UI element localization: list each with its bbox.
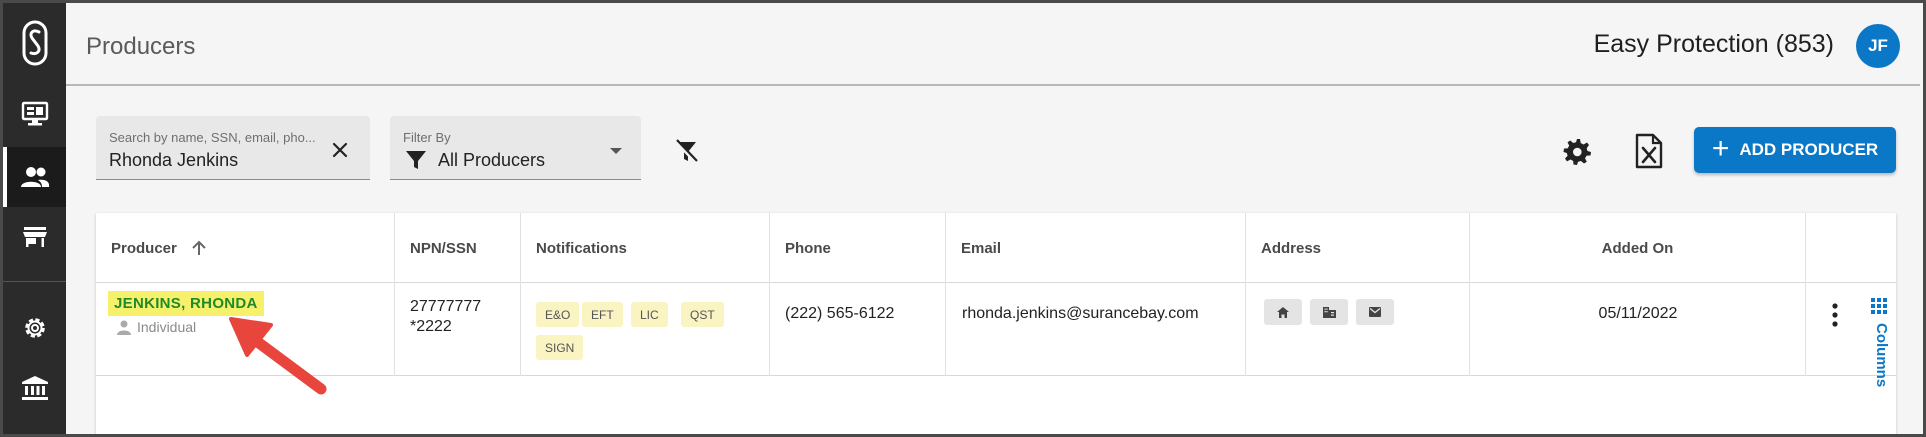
chevron-down-icon — [610, 148, 622, 154]
home-icon — [1277, 306, 1289, 318]
app-window: Producers Easy Protection (853) JF Searc… — [0, 0, 1926, 437]
producers-table: Producer NPN/SSN Notifications Phone Ema… — [96, 213, 1896, 434]
added-on-cell: 05/11/2022 — [1470, 283, 1806, 376]
export-excel-icon[interactable] — [1634, 133, 1664, 169]
column-header-producer[interactable]: Producer — [96, 213, 395, 283]
sidebar-item-settings[interactable] — [3, 298, 66, 358]
notifications-cell: E&O EFT LIC QST SIGN — [521, 283, 770, 376]
column-header-added-on[interactable]: Added On — [1470, 213, 1806, 283]
column-label: NPN/SSN — [410, 239, 477, 257]
notification-badge[interactable]: EFT — [582, 302, 623, 327]
add-producer-button[interactable]: + ADD PRODUCER — [1694, 127, 1896, 173]
column-label: Added On — [1601, 239, 1674, 257]
column-label: Address — [1261, 239, 1322, 257]
app-logo-icon — [22, 20, 47, 66]
column-header-address[interactable]: Address — [1246, 213, 1470, 283]
notification-badge[interactable]: LIC — [631, 302, 668, 327]
home-address-button[interactable] — [1264, 299, 1302, 325]
table-header: Producer NPN/SSN Notifications Phone Ema… — [96, 213, 1896, 283]
search-label: Search by name, SSN, email, pho... — [109, 130, 316, 145]
column-header-notifications[interactable]: Notifications — [521, 213, 770, 283]
bank-icon — [21, 376, 48, 400]
business-icon — [1322, 306, 1336, 318]
columns-tab-label[interactable]: Columns — [1873, 323, 1890, 387]
notification-badge[interactable]: SIGN — [536, 335, 584, 360]
app-logo[interactable] — [3, 13, 66, 73]
npn-ssn-cell: 27777777 *2222 — [395, 283, 521, 376]
more-options-icon[interactable] — [1832, 303, 1838, 327]
notification-badge[interactable]: E&O — [536, 302, 580, 327]
address-cell — [1246, 283, 1470, 376]
clear-search-icon[interactable] — [330, 140, 350, 160]
add-producer-label: ADD PRODUCER — [1739, 140, 1879, 159]
sidebar-item-institutions[interactable] — [3, 358, 66, 418]
plus-icon: + — [1711, 131, 1730, 165]
sidebar-divider — [3, 281, 66, 282]
sidebar-item-agencies[interactable] — [3, 207, 66, 267]
npn-ssn-value: 27777777 *2222 — [410, 297, 481, 337]
filter-value: All Producers — [438, 150, 546, 170]
settings-gear-icon — [24, 318, 45, 338]
mailing-address-button[interactable] — [1356, 299, 1394, 325]
annotation-arrow-icon — [229, 317, 327, 395]
phone-cell: (222) 565-6122 — [770, 283, 946, 376]
column-header-npn-ssn[interactable]: NPN/SSN — [395, 213, 521, 283]
search-input[interactable]: Rhonda Jenkins — [109, 150, 238, 171]
producer-type-label: Individual — [137, 319, 197, 335]
avatar[interactable]: JF — [1856, 24, 1900, 68]
added-on-value: 05/11/2022 — [1598, 305, 1678, 322]
monitor-icon — [21, 101, 48, 126]
email-cell: rhonda.jenkins@surancebay.com — [946, 283, 1246, 376]
table-settings-icon[interactable] — [1562, 136, 1592, 166]
phone-value: (222) 565-6122 — [785, 305, 895, 322]
ssn-value: *2222 — [410, 318, 452, 335]
sidebar-item-producers[interactable] — [3, 147, 66, 207]
filter-label: Filter By — [403, 130, 451, 145]
sidebar — [3, 3, 66, 434]
sidebar-item-dashboard[interactable] — [3, 84, 66, 144]
header-bar: Producers Easy Protection (853) JF — [66, 6, 1920, 86]
mail-icon — [1369, 307, 1381, 317]
column-label: Phone — [785, 239, 831, 257]
columns-grid-icon — [1871, 298, 1887, 314]
table-row[interactable]: JENKINS, RHONDA Individual 27777777 *222… — [96, 283, 1896, 376]
column-label: Producer — [111, 239, 177, 257]
column-header-email[interactable]: Email — [946, 213, 1246, 283]
clear-filters-icon[interactable] — [672, 137, 700, 165]
filter-funnel-icon — [406, 151, 426, 169]
email-value: rhonda.jenkins@surancebay.com — [962, 305, 1199, 322]
company-name[interactable]: Easy Protection (853) — [1594, 30, 1834, 59]
column-header-actions — [1806, 213, 1896, 283]
people-icon — [20, 167, 49, 187]
storefront-icon — [22, 227, 47, 247]
sort-ascending-icon[interactable] — [191, 239, 207, 257]
person-icon — [117, 320, 131, 335]
column-header-phone[interactable]: Phone — [770, 213, 946, 283]
business-address-button[interactable] — [1310, 299, 1348, 325]
producer-type: Individual — [116, 319, 196, 335]
search-field[interactable]: Search by name, SSN, email, pho... Rhond… — [96, 116, 370, 180]
filter-by-select[interactable]: Filter By All Producers — [390, 116, 641, 180]
notification-badge[interactable]: QST — [681, 302, 724, 327]
column-label: Notifications — [536, 239, 627, 257]
npn-value: 27777777 — [410, 298, 482, 315]
page-title: Producers — [86, 33, 196, 60]
column-label: Email — [961, 239, 1002, 257]
